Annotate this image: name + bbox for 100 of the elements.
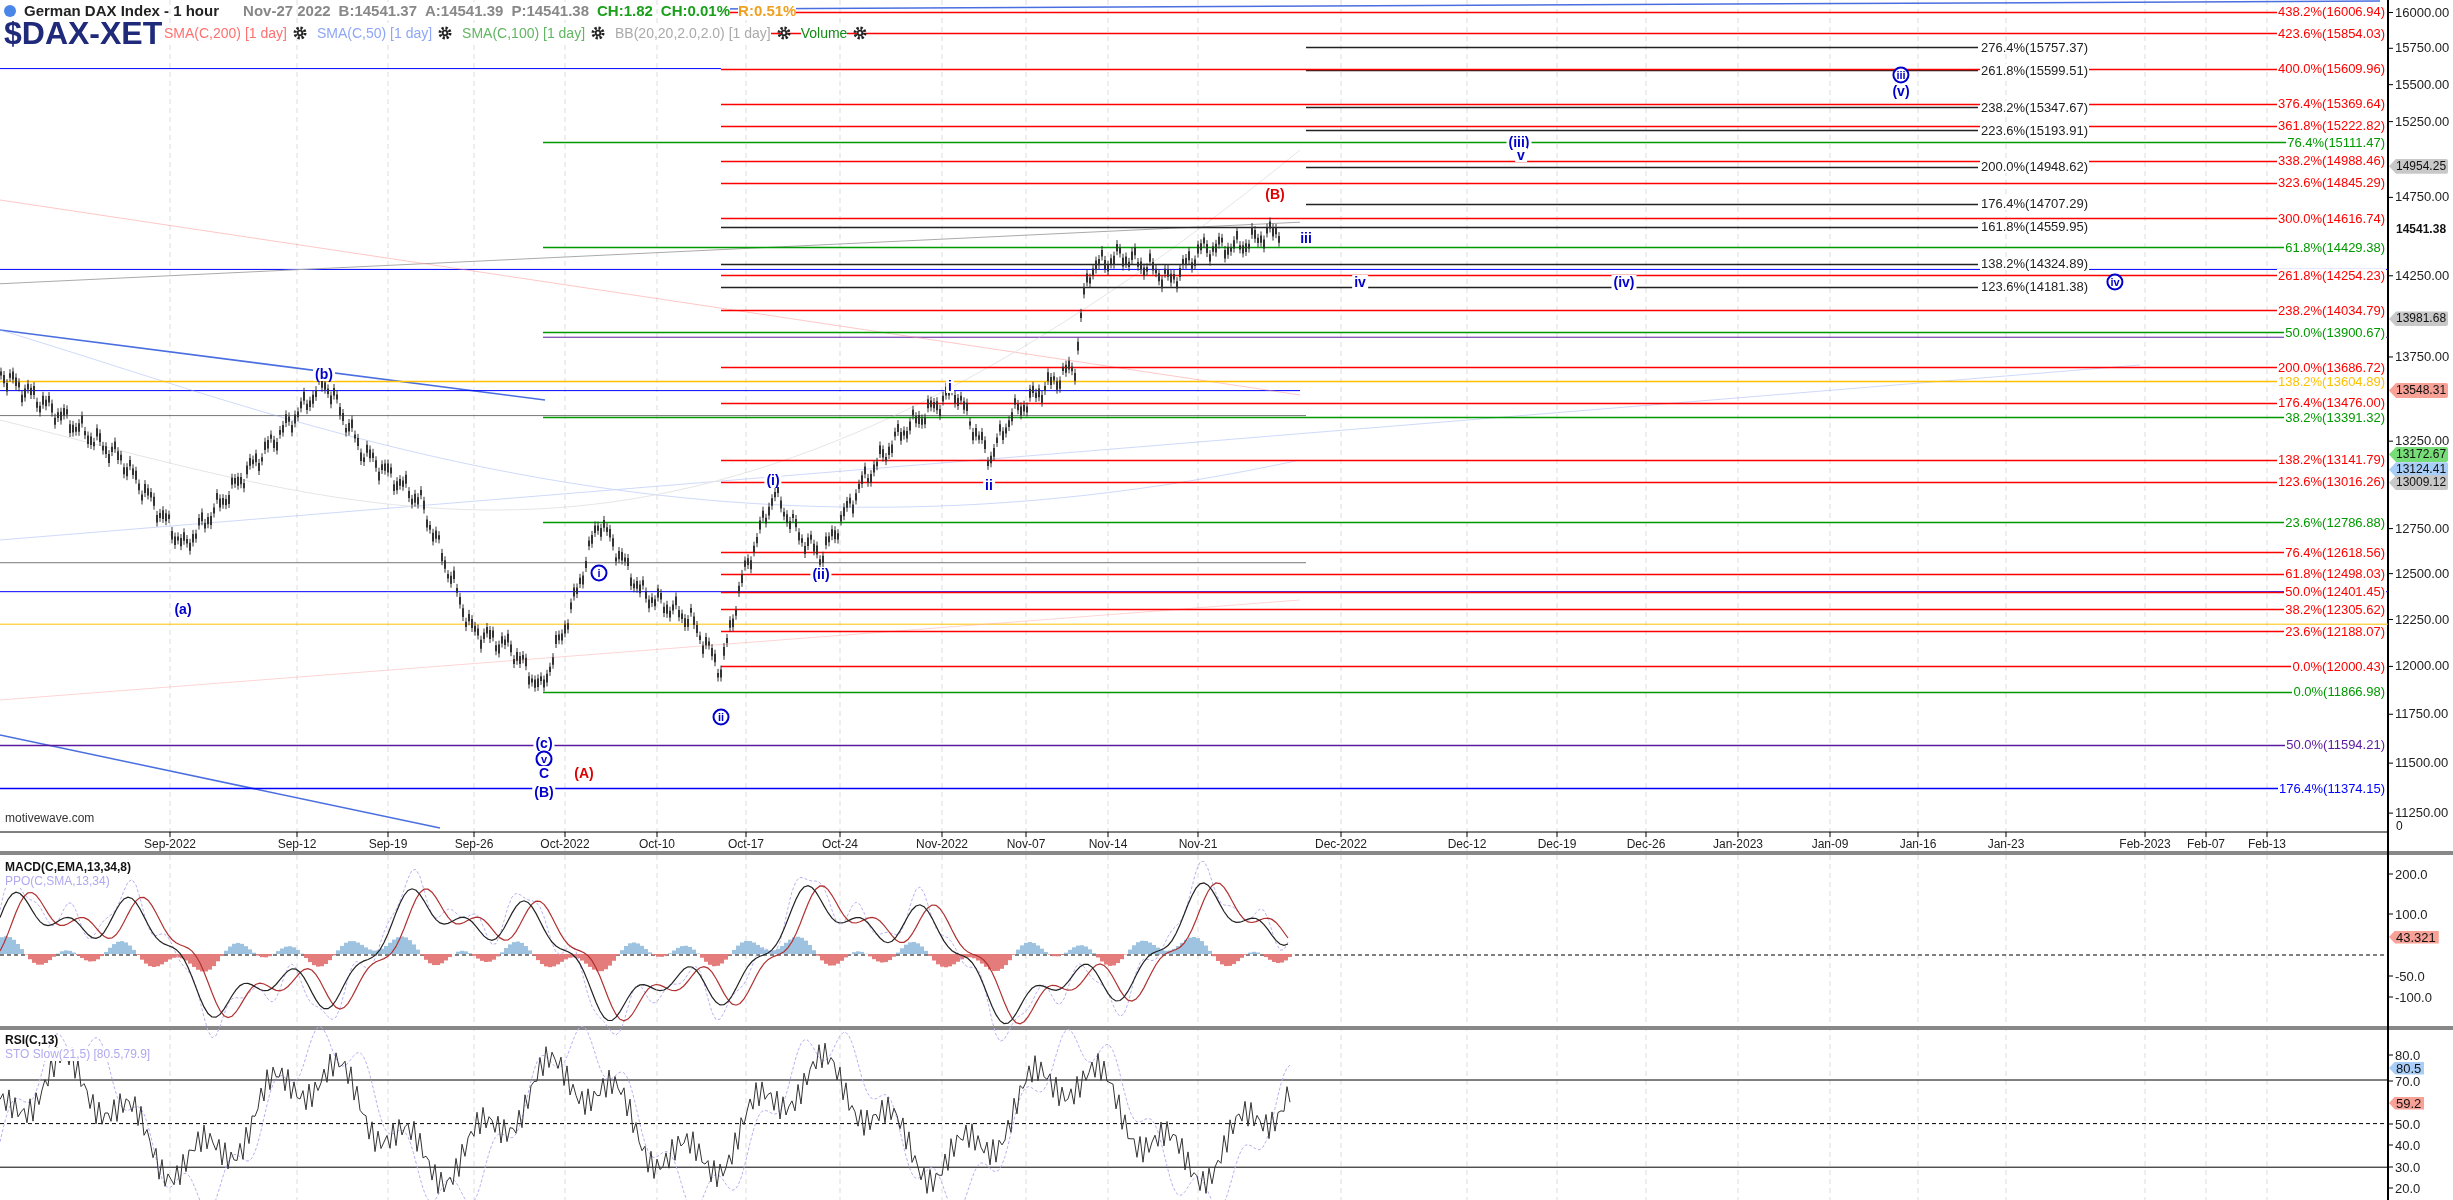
wave-label: iv [1352,275,1368,289]
time-axis-label: Sep-26 [454,838,494,850]
value-tag: 43.321 [2389,930,2439,944]
settings-icon[interactable] [853,26,868,40]
time-axis-label: Sep-12 [277,838,317,850]
fib-level-label: 400.0%(15609.96) [2277,62,2386,76]
fib-level-label: 161.8%(14559.95) [1980,220,2089,234]
axis-label: 80.0 [2395,1048,2421,1062]
axis-label: -100.0 [2395,990,2432,1004]
fib-level-label: 38.2%(12305.62) [2284,602,2386,616]
time-axis-label: Sep-19 [368,838,408,850]
time-axis-label: Nov-2022 [916,838,968,850]
time-axis-label: Oct-24 [822,838,858,850]
wave-label: i [946,379,954,393]
indicator-label: BB(20,20,2.0,2.0) [1 day] [615,24,771,42]
fib-level-label: 176.4%(14707.29) [1980,197,2089,211]
price-tag: 13981.68 [2389,311,2449,327]
settings-icon[interactable] [438,26,453,40]
settings-icon[interactable] [292,26,307,40]
fib-level-label: 38.2%(13391.32) [2284,410,2386,424]
time-axis-label: Jan-09 [1811,838,1849,850]
settings-icon[interactable] [776,26,791,40]
price-tag: 13009.12 [2389,475,2449,491]
fib-level-label: 276.4%(15757.37) [1980,40,2089,54]
price-tag: 13172.67 [2389,446,2449,462]
price-axis-label: 11500.00 [2395,756,2449,771]
price-axis-label: 11750.00 [2395,707,2449,722]
fib-level-label: 50.0%(13900.67) [2284,325,2386,339]
fib-level-label: 176.4%(11374.15) [2278,781,2386,795]
fib-level-label: 61.8%(14429.38) [2284,240,2386,254]
time-axis-label: Oct-10 [639,838,675,850]
axis-label: 200.0 [2395,867,2428,881]
wave-label: (c) [533,736,555,750]
axis-label: 20.0 [2395,1181,2421,1195]
fib-level-label: 300.0%(14616.74) [2277,211,2386,225]
time-axis-label: Jan-2023 [1713,838,1763,850]
axis-label: -50.0 [2395,969,2425,983]
price-axis-label: 11250.00 [2395,806,2449,821]
fib-level-label: 0.0%(12000.43) [2291,659,2386,673]
wave-label: iii [1298,231,1314,245]
price-axis-label: 14750.00 [2395,190,2450,205]
time-axis-label: Feb-13 [2248,838,2286,850]
quote-value: A:14541.39 [425,2,504,20]
fib-level-label: 176.4%(13476.00) [2277,396,2386,410]
wave-label: iii [1892,66,1910,84]
settings-icon[interactable] [591,26,606,40]
time-axis-label: Oct-2022 [540,838,590,850]
price-axis-label: 15250.00 [2395,114,2450,129]
wave-label: (iv) [1611,275,1637,289]
time-axis-label: Jan-16 [1899,838,1937,850]
indicator-subtitle: PPO(C,SMA,13,34) [5,875,110,888]
indicator-label: SMA(C,100) [1 day] [462,24,586,42]
price-axis-label: 12000.00 [2395,659,2450,674]
fib-level-label: 423.6%(15854.03) [2277,26,2386,40]
fib-level-label: 61.8%(12498.03) [2284,567,2386,581]
value-tag: 59.2 [2389,1096,2425,1110]
fib-level-label: 376.4%(15369.64) [2277,97,2386,111]
fib-level-label: 50.0%(12401.45) [2284,585,2386,599]
wave-label: C [536,766,552,780]
axis-label: 50.0 [2395,1117,2421,1131]
wave-label: (b) [313,367,335,381]
indicator-subtitle: STO Slow(21,5) [80.5,79.9] [5,1048,151,1061]
wave-label: (iii) [1506,135,1532,149]
source-label: motivewave.com [5,812,95,824]
wave-label: (i) [764,473,782,487]
chart-date: Nov-27 2022 [243,2,331,20]
fib-level-label: 261.8%(14254.23) [2277,268,2386,282]
wave-label: (B) [1263,187,1287,201]
indicator-title: RSI(C,13) [5,1034,59,1047]
quote-value: R:0.51% [738,2,797,20]
fib-level-label: 323.6%(14845.29) [2277,176,2386,190]
fib-level-label: 338.2%(14988.46) [2277,154,2386,168]
wave-label: (v) [1890,84,1912,98]
wave-label: v [535,750,553,768]
price-axis-label: 13750.00 [2395,349,2450,364]
fib-level-label: 50.0%(11594.21) [2285,738,2386,752]
time-axis-label: Oct-17 [728,838,764,850]
fib-level-label: 0.0%(11866.98) [2292,685,2386,699]
price-axis-label: 15750.00 [2395,41,2450,56]
wave-label: v [1515,148,1527,162]
indicator-label: Volume [800,24,848,42]
axis-label: 70.0 [2395,1074,2421,1088]
axis-label: 100.0 [2395,907,2428,921]
wave-label: iv [2106,273,2124,291]
time-axis-label: Dec-19 [1537,838,1577,850]
indicator-label: SMA(C,50) [1 day] [316,24,433,42]
fib-level-label: 76.4%(15111.47) [2286,135,2386,149]
price-axis-label: 12250.00 [2395,612,2450,627]
fib-level-label: 76.4%(12618.56) [2284,545,2386,559]
time-axis-label: Nov-21 [1178,838,1218,850]
fib-level-label: 261.8%(15599.51) [1980,63,2089,77]
time-axis-label: Jan-23 [1987,838,2025,850]
wave-label: (a) [172,602,194,616]
price-axis-label: 12500.00 [2395,566,2450,581]
price-axis-label: 16000.00 [2395,5,2450,20]
price-tag: 14954.25 [2389,158,2449,174]
time-axis-label: Feb-2023 [2119,838,2171,850]
fib-level-label: 361.8%(15222.82) [2277,119,2386,133]
fib-level-label: 200.0%(13686.72) [2277,360,2386,374]
axis-label: 40.0 [2395,1138,2421,1152]
